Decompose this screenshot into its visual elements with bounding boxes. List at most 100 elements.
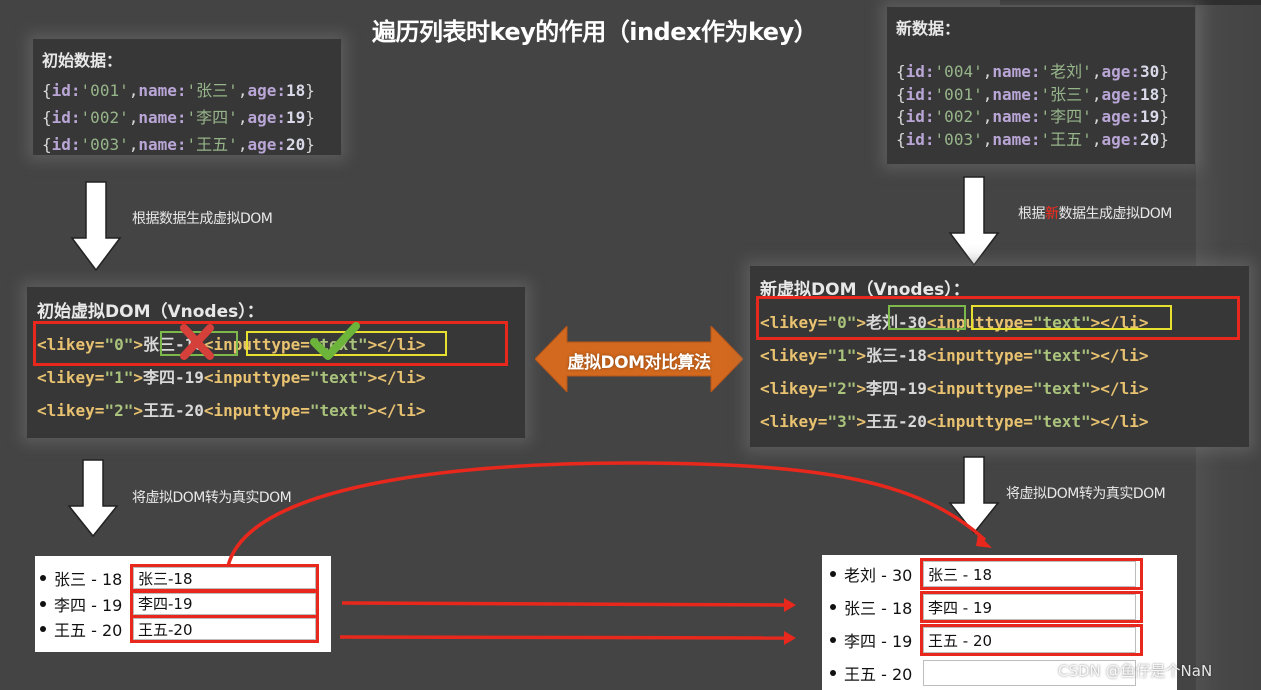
name-value: '王五' [186,134,238,154]
input-highlight-box [130,589,319,618]
connector-arrow-row2 [341,601,787,607]
type-value: "text" [309,367,368,387]
id-key: id: [905,129,935,149]
comma: , [982,62,993,82]
id-value: '002' [80,107,129,127]
id-key: id: [905,107,935,127]
id-key: id: [905,62,935,82]
data-record: {id: '001', name: '张三', age: 18} [896,84,1195,107]
tag-close: > [856,378,866,398]
key-value: "2" [827,378,857,398]
li-open-tag: <li [37,400,66,420]
bullet-icon [40,626,46,632]
down-arrow-icon [70,181,122,272]
data-record: {id: '004', name: '老刘', age: 30} [896,61,1195,84]
compare-algorithm-arrow: 虚拟DOM对比算法 [535,326,743,392]
bullet-icon [40,600,46,607]
initial-data-heading: 初始数据： [42,51,123,70]
comma: , [237,107,248,127]
li-close-tag: </li> [377,400,426,420]
tag-close: > [133,400,143,420]
name-value: '张三' [1040,84,1092,104]
tag-close: > [133,367,143,387]
id-value: '001' [80,80,129,100]
comma: , [982,129,993,149]
vnode-row: <li key= "1" > 张三-18 <input type= "text" > <… [760,339,1249,372]
input-open-tag: <input [926,411,985,431]
real-item-label: 张三 - 18 [54,570,123,589]
key-attr: key= [65,400,105,420]
li-close-tag: </li> [377,367,426,387]
name-value: '李四' [186,107,238,127]
brace: } [305,80,315,100]
tag-close: > [367,400,378,420]
note-generate-initial: 根据数据生成虚拟DOM [132,211,273,227]
id-value: '003' [80,134,129,154]
brace: } [1159,107,1169,127]
bullet-icon [830,571,836,577]
input-highlight-box [130,564,319,592]
comma: , [1091,129,1102,149]
real-list-item: 张三 - 18 [40,566,122,590]
age-value: 30 [1139,62,1160,82]
real-list-item: 李四 - 19 [40,592,122,616]
id-key: id: [905,84,935,104]
diagram-title: 遍历列表时key的作用（index作为key） [372,18,818,46]
id-value: '001' [934,84,983,104]
name-key: name: [992,129,1041,149]
input-open-tag: <input [926,378,985,398]
type-value: "text" [309,400,368,420]
note-generate-new: 根据新数据生成虚拟DOM [1018,203,1172,223]
id-key: id: [51,134,81,154]
curved-connector-arrow [226,461,987,567]
comma: , [128,80,139,100]
initial-vdom-heading: 初始虚拟DOM（Vnodes）： [37,302,264,322]
li-close-tag: </li> [1100,345,1149,365]
name-key: name: [992,107,1041,127]
age-value: 19 [285,107,306,127]
comma: , [237,134,248,154]
key-value: "2" [104,400,134,420]
comma: , [128,107,139,127]
name-key: name: [138,107,187,127]
age-value: 20 [1139,129,1160,149]
bullet-icon [830,670,836,676]
vnode-row: <li key= "2" > 李四-19 <input type= "text" > <… [760,372,1249,405]
initial-data-list: {id: '001', name: '张三', age: 18}{id: '002', nam… [42,77,341,158]
tag-close: > [1090,378,1101,398]
tag-close: > [856,411,866,431]
note-generate-new-prefix: 根据 [1018,206,1046,222]
real-list-item: 李四 - 19 [830,626,912,654]
id-key: id: [51,107,81,127]
data-record: {id: '001', name: '张三', age: 18} [42,77,341,104]
real-list-item: 王五 - 20 [830,659,912,687]
comma: , [1091,62,1102,82]
down-arrow-icon [948,176,1000,267]
brace: { [42,107,52,127]
tag-close: > [1090,345,1101,365]
input-highlight-box [130,615,319,643]
type-attr: type= [261,400,310,420]
age-key: age: [1101,129,1140,149]
age-value: 19 [1139,107,1160,127]
comma: , [982,84,993,104]
age-key: age: [247,107,286,127]
input-open-tag: <input [926,345,985,365]
key-attr: key= [788,378,828,398]
note-generate-new-highlight: 新 [1045,206,1059,222]
real-list-item: 老刘 - 30 [830,560,912,588]
age-key: age: [1101,107,1140,127]
age-key: age: [247,134,286,154]
bullet-icon [40,575,46,581]
name-value: '张三' [186,80,238,100]
vnode-text: 王五-20 [865,411,927,431]
bullet-icon [830,604,836,610]
real-item-label: 张三 - 18 [844,599,913,618]
brace: { [896,84,906,104]
li-open-tag: <li [37,367,66,387]
id-value: '004' [934,62,983,82]
new-data-heading: 新数据： [896,19,961,38]
key-attr: key= [788,345,828,365]
input-open-tag: <input [203,367,262,387]
brace: { [42,80,52,100]
